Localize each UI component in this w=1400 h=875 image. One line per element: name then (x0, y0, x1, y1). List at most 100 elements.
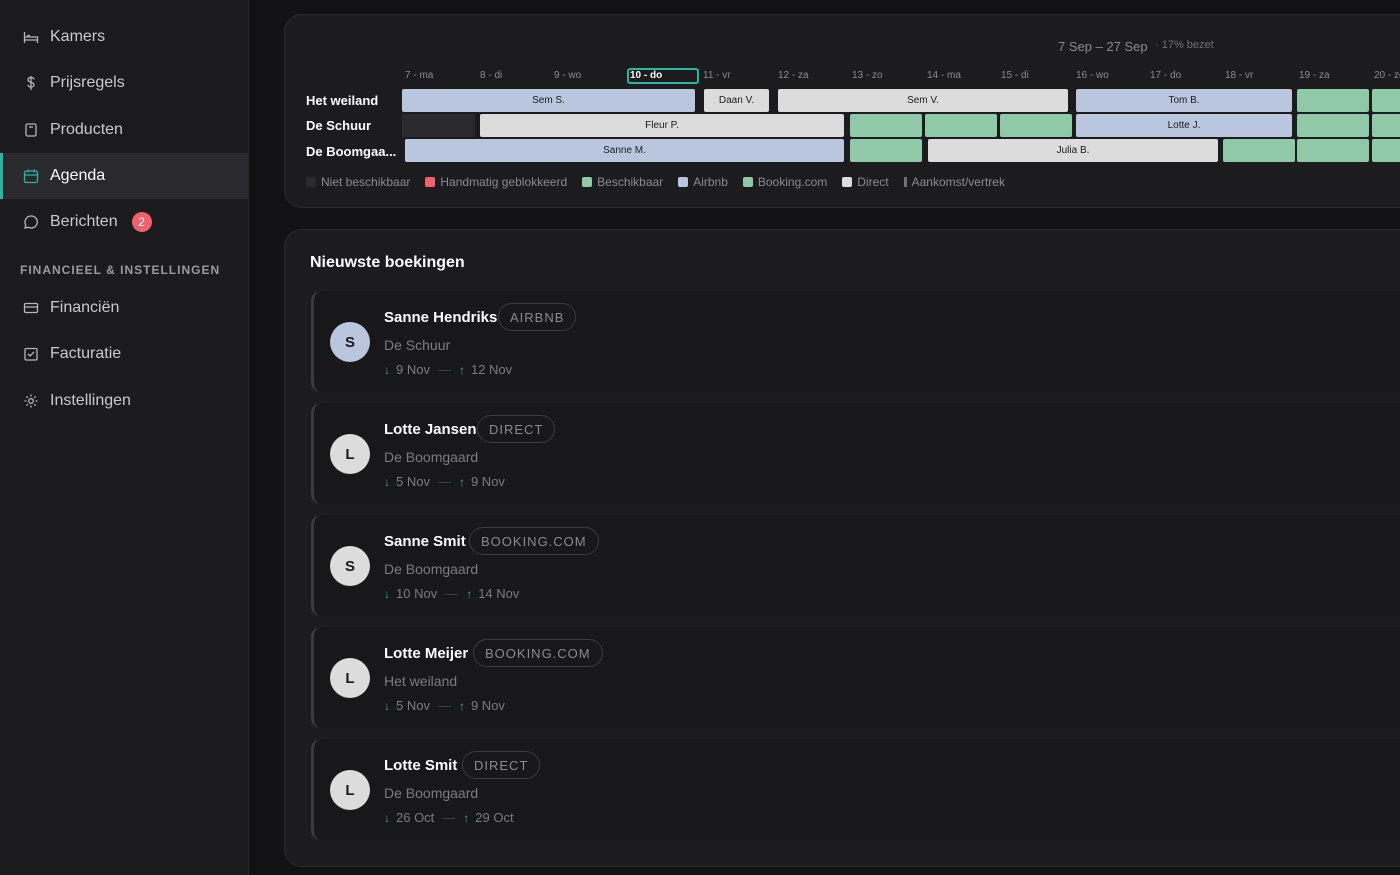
room-name: De Boomgaard (384, 561, 479, 577)
arrow-up-icon: ↑ (463, 810, 470, 825)
available-block[interactable] (1372, 139, 1400, 162)
arrow-down-icon: ↓ (384, 362, 390, 377)
sidebar-item-prijsregels[interactable]: Prijsregels (0, 60, 248, 106)
day-header: 14 - ma (927, 70, 961, 81)
day-header-today: 10 - do (627, 68, 699, 84)
day-header: 13 - zo (852, 70, 883, 81)
source-badge: BOOKING.COM (469, 527, 599, 555)
arrow-down-icon: ↓ (384, 586, 390, 601)
source-badge: DIRECT (462, 751, 541, 779)
panel-title: Nieuwste boekingen (310, 254, 465, 271)
available-block[interactable] (850, 139, 922, 162)
room-label: Het weiland (306, 93, 379, 108)
checkout-date: 12 Nov (470, 362, 513, 377)
room-label: De Schuur (306, 118, 372, 133)
available-block[interactable] (1372, 89, 1400, 112)
source-badge: BOOKING.COM (473, 639, 603, 667)
arrow-up-icon: ↑ (458, 698, 465, 713)
booking-block[interactable]: Sem S. (402, 89, 695, 112)
day-header: 16 - wo (1076, 70, 1109, 81)
unread-badge: 2 (131, 212, 152, 232)
booking-card[interactable]: L Lotte Smit DIRECT De Boomgaard ↓ 26 Oct… (311, 739, 1400, 840)
swatch-blocked (425, 177, 436, 187)
stay-dates: ↓ 5 Nov — ↑ 9 Nov (384, 698, 505, 713)
sidebar-item-agenda[interactable]: Agenda (0, 153, 248, 199)
day-header: 8 - di (480, 70, 503, 81)
checkout-date: 29 Oct (475, 810, 514, 825)
booking-block[interactable]: Julia B. (928, 139, 1218, 162)
booking-block[interactable]: Tom B. (1076, 89, 1292, 112)
legend-label: Beschikbaar (597, 175, 664, 189)
bed-icon (22, 28, 40, 46)
avatar: L (330, 434, 370, 474)
sidebar-item-label: Financiën (50, 299, 120, 316)
swatch-arrival-departure (903, 177, 907, 187)
sidebar-item-facturatie[interactable]: Facturatie (0, 331, 248, 377)
available-block[interactable] (1297, 139, 1369, 162)
separator: — (437, 474, 451, 489)
available-block[interactable] (1223, 139, 1295, 162)
booking-card[interactable]: S Sanne Hendriks AIRBNB De Schuur ↓ 9 Nov… (311, 291, 1400, 392)
room-name: De Boomgaard (384, 449, 479, 465)
legend-item: Handmatig geblokkeerd (425, 175, 567, 189)
day-header: 12 - za (778, 70, 809, 81)
stay-dates: ↓ 5 Nov — ↑ 9 Nov (384, 474, 505, 489)
room-name: De Boomgaard (384, 785, 479, 801)
swatch-direct (842, 177, 853, 187)
guest-name: Lotte Meijer (384, 645, 469, 662)
sidebar: Kamers Prijsregels Producten Agenda Beri… (0, 0, 249, 875)
occupancy-rate: · 17% bezet (1155, 39, 1214, 51)
legend-item: Aankomst/vertrek (903, 175, 1005, 189)
available-block[interactable] (925, 114, 997, 137)
sidebar-item-financien[interactable]: Financiën (0, 285, 248, 331)
invoice-icon (22, 345, 40, 363)
date-range: 7 Sep – 27 Sep (1058, 39, 1148, 54)
available-block[interactable] (1000, 114, 1072, 137)
sidebar-item-berichten[interactable]: Berichten 2 (0, 199, 248, 245)
sidebar-item-label: Instellingen (50, 392, 131, 409)
legend-item: Beschikbaar (582, 175, 663, 189)
booking-block[interactable]: Lotte J. (1076, 114, 1292, 137)
legend-item: Direct (842, 175, 889, 189)
avatar: S (330, 546, 370, 586)
sidebar-item-label: Kamers (50, 28, 106, 45)
guest-name: Sanne Smit (384, 533, 466, 550)
arrow-up-icon: ↑ (458, 362, 465, 377)
day-header: 19 - za (1299, 70, 1330, 81)
day-header: 18 - vr (1225, 70, 1254, 81)
stay-dates: ↓ 9 Nov — ↑ 12 Nov (384, 362, 512, 377)
avatar: S (330, 322, 370, 362)
legend-label: Airbnb (693, 175, 728, 189)
booking-block[interactable]: Fleur P. (480, 114, 844, 137)
guest-name: Lotte Jansen (384, 421, 477, 438)
guest-name: Lotte Smit (384, 757, 458, 774)
available-block[interactable] (1372, 114, 1400, 137)
available-block[interactable] (1297, 89, 1369, 112)
sidebar-item-kamers[interactable]: Kamers (0, 14, 248, 60)
unavailable-block (402, 114, 475, 137)
legend-label: Handmatig geblokkeerd (440, 175, 568, 189)
checkout-date: 14 Nov (478, 586, 520, 601)
sidebar-item-instellingen[interactable]: Instellingen (0, 378, 248, 424)
calendar-panel: 7 Sep – 27 Sep · 17% bezet 7 - ma 8 - di… (284, 14, 1400, 208)
room-label: De Boomgaa... (306, 144, 397, 159)
separator: — (442, 810, 456, 825)
booking-block[interactable]: Daan V. (704, 89, 769, 112)
booking-card[interactable]: L Lotte Meijer BOOKING.COM Het weiland ↓… (311, 627, 1400, 728)
guest-name: Sanne Hendriks (384, 309, 498, 326)
sidebar-item-label: Prijsregels (50, 74, 125, 91)
booking-block[interactable]: Sanne M. (405, 139, 844, 162)
available-block[interactable] (850, 114, 922, 137)
checkout-date: 9 Nov (470, 698, 505, 713)
checkout-date: 9 Nov (470, 474, 505, 489)
booking-card[interactable]: L Lotte Jansen DIRECT De Boomgaard ↓ 5 No… (311, 403, 1400, 504)
checkin-date: 5 Nov (396, 698, 430, 713)
booking-block[interactable]: Sem V. (778, 89, 1068, 112)
available-block[interactable] (1297, 114, 1369, 137)
swatch-booking (742, 177, 753, 187)
day-header: 20 - zo (1374, 70, 1400, 81)
sidebar-item-label: Facturatie (50, 345, 122, 362)
checkin-date: 9 Nov (396, 362, 430, 377)
booking-card[interactable]: S Sanne Smit BOOKING.COM De Boomgaard ↓ 1… (311, 515, 1400, 616)
sidebar-item-producten[interactable]: Producten (0, 107, 248, 153)
